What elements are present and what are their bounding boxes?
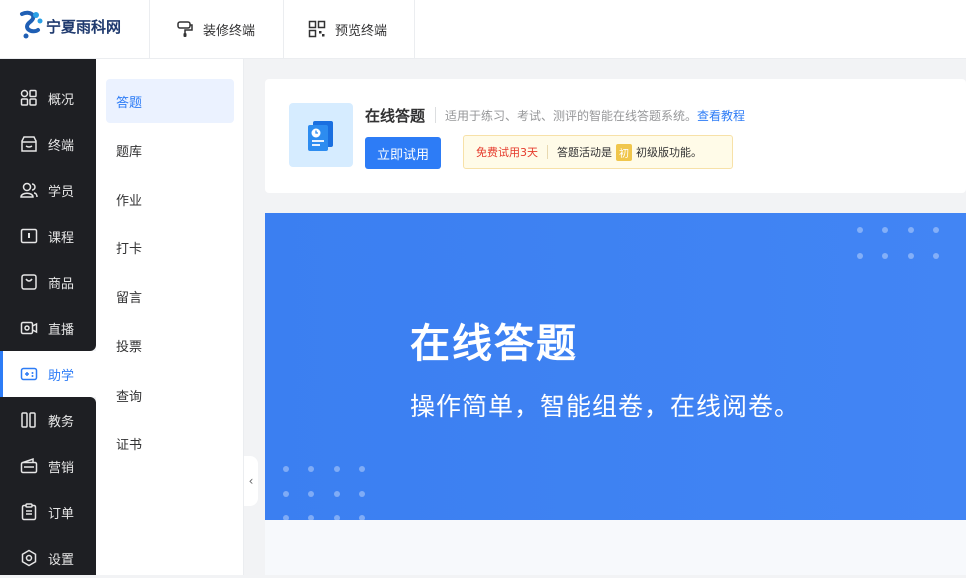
nav-item-orders[interactable]: 订单: [0, 492, 96, 532]
brand-logo[interactable]: 宁夏雨科网: [16, 6, 134, 46]
subnav-item-checkin[interactable]: 打卡: [106, 225, 234, 269]
subnav-item-quiz[interactable]: 答题: [106, 79, 234, 123]
nav-item-students[interactable]: 学员: [0, 170, 96, 210]
books-icon: [20, 411, 38, 429]
banner-title: 在线答题: [410, 321, 578, 367]
app-desc-text: 适用于练习、考试、测评的智能在线答题系统。: [445, 109, 698, 123]
subnav-item-message[interactable]: 留言: [106, 274, 234, 318]
qr-code-icon: [308, 20, 326, 38]
grid-icon: [20, 89, 38, 107]
users-icon: [20, 181, 38, 199]
nav-item-study-help[interactable]: 助学: [0, 351, 96, 397]
quiz-app-icon: [289, 103, 353, 167]
nav-item-overview[interactable]: 概况: [0, 78, 96, 118]
promo-banner: 在线答题 操作简单，智能组卷，在线阅卷。: [265, 213, 966, 521]
nav-item-marketing[interactable]: 营销: [0, 446, 96, 486]
nav-item-products[interactable]: 商品: [0, 262, 96, 302]
nav-item-live[interactable]: 直播: [0, 308, 96, 348]
subnav-item-certificate[interactable]: 证书: [106, 421, 234, 465]
subnav-item-homework[interactable]: 作业: [106, 177, 234, 221]
nav-item-academic[interactable]: 教务: [0, 400, 96, 440]
notice-text-tail: 初级版功能。: [636, 146, 702, 159]
nav-label: 学员: [48, 184, 75, 200]
brand-logo-icon: [20, 10, 43, 39]
top-tab-label: 装修终端: [203, 23, 256, 39]
paint-roller-icon: [176, 20, 194, 38]
content-area: [265, 520, 966, 575]
subnav-label: 证书: [116, 437, 143, 453]
nav-label: 教务: [48, 414, 75, 430]
subnav-label: 投票: [116, 339, 143, 355]
video-icon: [20, 319, 38, 337]
subnav-label: 题库: [116, 144, 143, 160]
free-trial-text: 免费试用3天: [476, 146, 538, 159]
trial-notice: 免费试用3天 答题活动是 初 初级版功能。: [463, 135, 733, 169]
sub-nav: 答题 题库 作业 打卡 留言 投票 查询 证书: [96, 59, 244, 575]
subnav-item-vote[interactable]: 投票: [106, 323, 234, 367]
app-title: 在线答题: [365, 107, 426, 125]
nav-label: 概况: [48, 92, 75, 108]
tier-badge: 初: [616, 143, 632, 161]
subnav-item-query[interactable]: 查询: [106, 373, 234, 417]
subnav-label: 作业: [116, 193, 143, 209]
nav-item-terminal[interactable]: 终端: [0, 124, 96, 164]
top-tab-decorate[interactable]: 装修终端: [149, 0, 283, 58]
notice-text: 答题活动是: [557, 146, 612, 159]
top-bar: 宁夏雨科网 装修终端 预览终端: [0, 0, 966, 59]
nav-label: 直播: [48, 322, 75, 338]
nav-label: 设置: [48, 552, 75, 568]
subnav-label: 查询: [116, 389, 143, 405]
clipboard-icon: [20, 503, 38, 521]
chevron-left-icon: ‹: [248, 474, 254, 488]
nav-label: 助学: [48, 368, 75, 384]
course-icon: [20, 227, 38, 245]
nav-label: 订单: [48, 506, 75, 522]
brand-name: 宁夏雨科网: [46, 17, 122, 36]
top-tab-preview[interactable]: 预览终端: [283, 0, 415, 58]
collapse-sidebar-button[interactable]: ‹: [244, 456, 258, 506]
settings-icon: [20, 549, 38, 567]
view-tutorial-link[interactable]: 查看教程: [697, 109, 745, 123]
gamepad-icon: [20, 365, 38, 383]
nav-label: 终端: [48, 138, 75, 154]
app-info-card: 在线答题 适用于练习、考试、测评的智能在线答题系统。查看教程 立即试用 免费试用…: [265, 79, 966, 193]
subnav-item-question-bank[interactable]: 题库: [106, 128, 234, 172]
bag-icon: [20, 273, 38, 291]
try-now-button[interactable]: 立即试用: [365, 137, 441, 169]
nav-item-settings[interactable]: 设置: [0, 538, 96, 578]
nav-item-course[interactable]: 课程: [0, 216, 96, 256]
nav-label: 课程: [48, 230, 75, 246]
nav-label: 商品: [48, 276, 75, 292]
nav-label: 营销: [48, 460, 75, 476]
banner-subtitle: 操作简单，智能组卷，在线阅卷。: [410, 392, 801, 421]
subnav-label: 答题: [116, 95, 143, 111]
top-tab-label: 预览终端: [335, 23, 388, 39]
app-description: 适用于练习、考试、测评的智能在线答题系统。查看教程: [445, 107, 745, 124]
subnav-label: 留言: [116, 290, 143, 306]
shop-icon: [20, 135, 38, 153]
wallet-icon: [20, 457, 38, 475]
main-nav: 概况 终端 学员 课程 商品 直播 助学 教务 营销 订单 设置: [0, 59, 96, 575]
subnav-label: 打卡: [116, 241, 143, 257]
